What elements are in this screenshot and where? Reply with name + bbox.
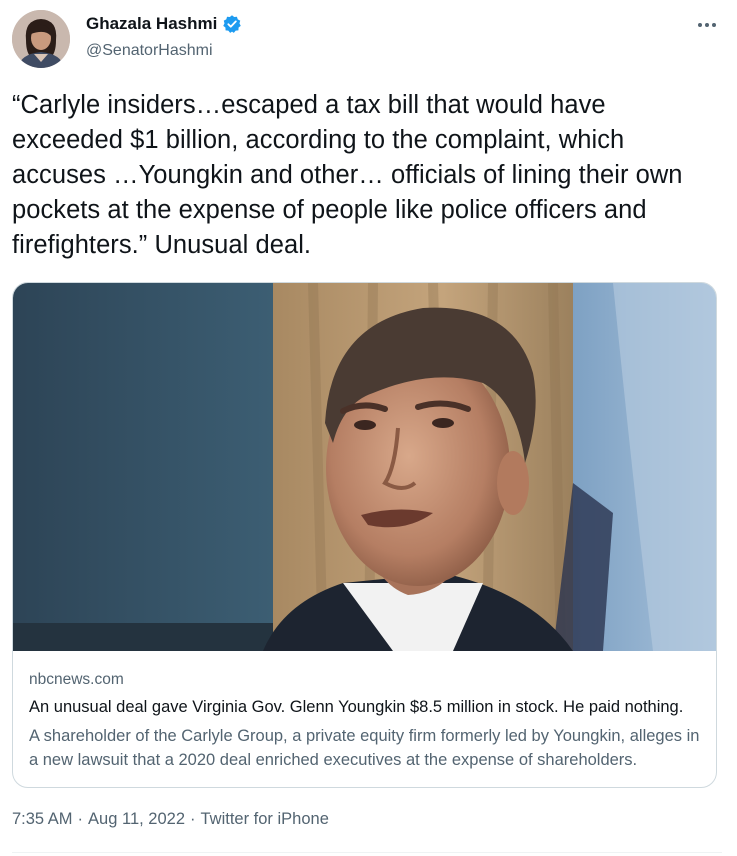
tweet-source[interactable]: Twitter for iPhone [201, 810, 329, 829]
tweet-date[interactable]: Aug 11, 2022 [88, 810, 185, 829]
verified-badge-icon [222, 14, 242, 34]
tweet-time[interactable]: 7:35 AM [12, 810, 73, 829]
display-name[interactable]: Ghazala Hashmi [86, 14, 217, 34]
name-row: Ghazala Hashmi [86, 14, 242, 34]
tweet-meta: 7:35 AM · Aug 11, 2022 · Twitter for iPh… [12, 810, 329, 829]
meta-separator: · [77, 810, 84, 828]
card-body: nbcnews.com An unusual deal gave Virgini… [13, 652, 716, 787]
tweet-text: “Carlyle insiders…escaped a tax bill tha… [12, 91, 683, 259]
card-domain: nbcnews.com [29, 671, 124, 688]
link-card[interactable]: nbcnews.com An unusual deal gave Virgini… [12, 282, 717, 788]
divider [12, 852, 722, 853]
handle[interactable]: @SenatorHashmi [86, 42, 213, 60]
tweet: Ghazala Hashmi @SenatorHashmi “Carlyle i… [0, 0, 737, 856]
avatar[interactable] [12, 10, 70, 68]
card-title: An unusual deal gave Virginia Gov. Glenn… [29, 698, 684, 716]
more-horizontal-icon[interactable] [694, 12, 720, 38]
card-image[interactable] [13, 283, 716, 651]
card-description: A shareholder of the Carlyle Group, a pr… [29, 727, 700, 769]
meta-separator: · [190, 810, 196, 828]
